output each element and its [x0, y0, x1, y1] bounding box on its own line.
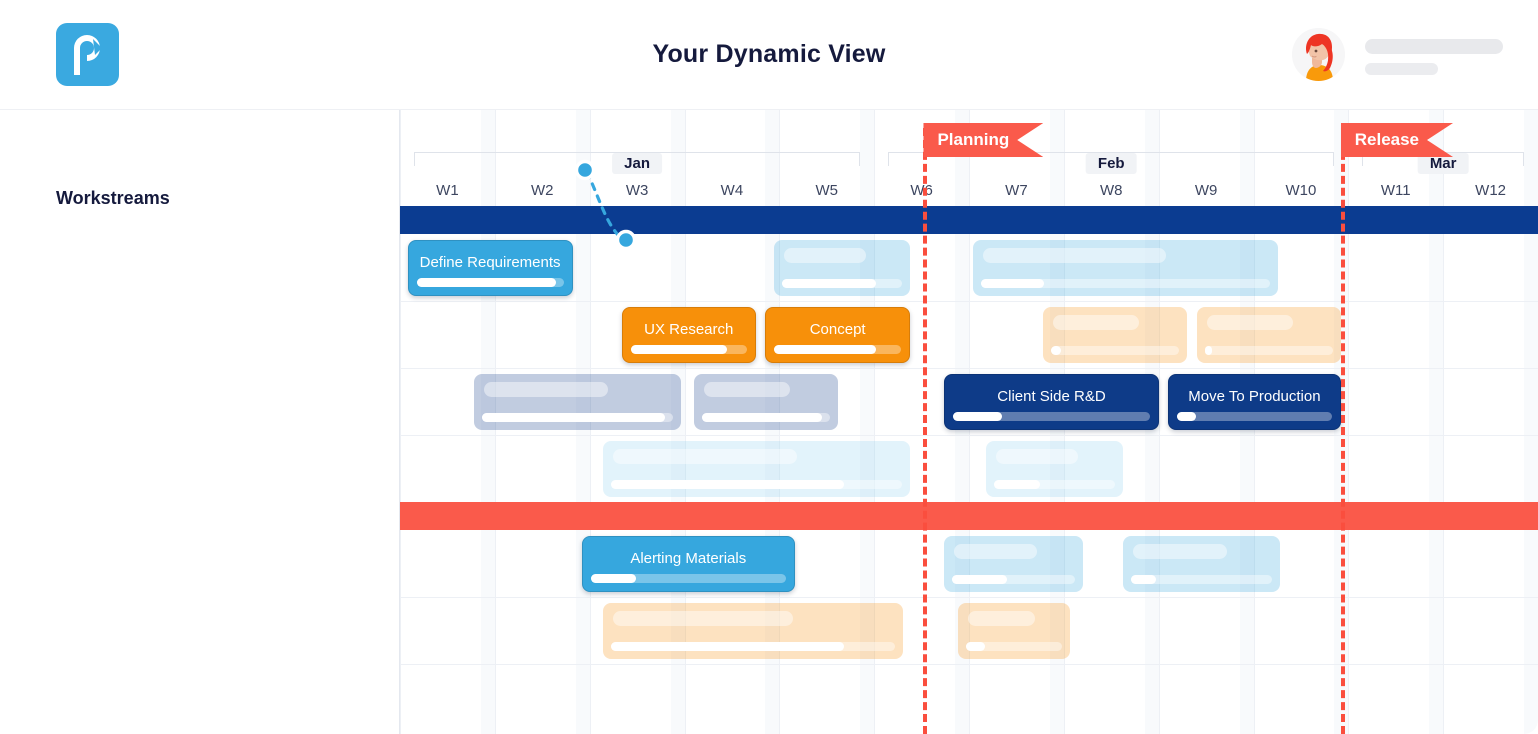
task-progress-fill [1204, 345, 1213, 355]
task-progress-fill [781, 278, 876, 288]
task-progress-fill [1130, 574, 1157, 584]
task-bar-placeholder[interactable] [1122, 535, 1281, 592]
user-role-placeholder [1365, 63, 1438, 75]
month-label-jan: Jan [612, 153, 663, 174]
week-label-w12: W12 [1475, 182, 1506, 199]
task-title-placeholder [996, 448, 1078, 464]
task-progress-track [1130, 574, 1273, 584]
task-title-placeholder [954, 543, 1038, 559]
task-bar[interactable]: Client Side R&D [944, 373, 1159, 430]
user-name-placeholder [1365, 39, 1503, 54]
week-label-w7: W7 [1005, 182, 1028, 199]
task-title-placeholder [783, 247, 866, 263]
task-bar[interactable]: Define Requirements [407, 239, 573, 296]
task-progress-fill [610, 479, 844, 489]
task-title-placeholder [612, 610, 793, 626]
task-label: Client Side R&D [997, 388, 1106, 405]
task-progress-track [953, 411, 1150, 421]
task-label: Define Requirements [419, 254, 561, 271]
task-progress-fill [1050, 345, 1062, 355]
week-label-w9: W9 [1194, 182, 1218, 199]
task-progress-fill [774, 344, 876, 354]
task-progress-track [1177, 411, 1332, 421]
task-bar-placeholder[interactable] [1196, 306, 1341, 363]
task-bar[interactable]: Alerting Materials [582, 535, 795, 592]
task-progress-track [701, 412, 831, 422]
task-progress-fill [965, 641, 985, 651]
task-title-placeholder [982, 247, 1166, 263]
task-progress-track [1204, 345, 1333, 355]
task-progress-track [610, 479, 903, 489]
task-label: UX Research [644, 321, 734, 338]
task-progress-track [1050, 345, 1180, 355]
task-progress-fill [610, 641, 844, 651]
task-progress-track [965, 641, 1062, 651]
task-progress-fill [980, 278, 1045, 288]
task-progress-fill [591, 573, 636, 583]
task-title-placeholder [1052, 314, 1140, 330]
month-label-feb: Feb [1085, 153, 1137, 174]
task-bar-placeholder[interactable] [1042, 306, 1188, 363]
task-bar[interactable]: Move To Production [1168, 373, 1341, 430]
week-label-w11: W11 [1380, 182, 1411, 199]
task-label: Move To Production [1188, 388, 1321, 405]
week-label-w4: W4 [720, 182, 744, 199]
task-progress-fill [994, 479, 1040, 489]
task-bar-placeholder[interactable] [944, 535, 1083, 592]
task-label: Alerting Materials [630, 550, 747, 567]
week-label-w3: W3 [625, 182, 649, 199]
task-bar-placeholder[interactable] [602, 440, 911, 497]
workstreams-column: Workstreams [0, 110, 400, 734]
task-title-placeholder [1206, 314, 1294, 330]
avatar[interactable] [1292, 28, 1345, 81]
task-progress-track [952, 574, 1075, 584]
task-label: Concept [809, 321, 866, 338]
task-progress-fill [952, 574, 1008, 584]
task-progress-fill [701, 412, 823, 422]
task-progress-track [774, 344, 902, 354]
milestone-line-release [1340, 128, 1345, 734]
task-progress-fill [1177, 411, 1196, 421]
task-title-placeholder [703, 381, 791, 397]
app-header: Your Dynamic View [0, 0, 1538, 110]
task-bar-placeholder[interactable] [972, 239, 1279, 296]
task-progress-track [994, 479, 1115, 489]
user-area[interactable] [1292, 28, 1512, 83]
task-progress-track [980, 278, 1271, 288]
task-bar-placeholder[interactable] [602, 602, 903, 659]
task-bar-placeholder[interactable] [473, 373, 681, 430]
task-bar[interactable]: Concept [765, 306, 911, 363]
week-label-w10: W10 [1285, 182, 1317, 199]
week-label-w8: W8 [1100, 182, 1123, 199]
task-progress-fill [630, 344, 727, 354]
week-label-w6: W6 [910, 182, 933, 199]
task-progress-track [781, 278, 903, 288]
task-progress-track [610, 641, 895, 651]
week-label-w5: W5 [815, 182, 839, 199]
task-progress-track [630, 344, 747, 354]
week-label-w1: W1 [436, 182, 459, 199]
task-progress-fill [416, 277, 557, 287]
task-bar-placeholder[interactable] [773, 239, 911, 296]
task-progress-track [591, 573, 786, 583]
task-progress-fill [481, 412, 666, 422]
task-bar-placeholder[interactable] [957, 602, 1070, 659]
week-label-w2: W2 [531, 182, 554, 199]
task-title-placeholder [967, 610, 1035, 626]
task-progress-track [481, 412, 673, 422]
workstreams-header: Workstreams [56, 188, 170, 208]
milestone-line-planning [923, 128, 928, 734]
task-title-placeholder [483, 381, 608, 397]
task-progress-track [416, 277, 564, 287]
task-bar[interactable]: UX Research [621, 306, 756, 363]
task-bar-placeholder[interactable] [986, 440, 1123, 497]
task-bar-placeholder[interactable] [693, 373, 839, 430]
task-progress-fill [953, 411, 1003, 421]
task-title-placeholder [612, 448, 798, 464]
task-title-placeholder [1132, 543, 1228, 559]
dynamic-view-app: Your Dynamic View Jan Feb Mar W1 W2 W3 W4 W5 W6 W… [0, 0, 1538, 734]
gantt-board: Jan Feb Mar W1 W2 W3 W4 W5 W6 W7 W8 W9 W10 W11 W12 Wor… [0, 110, 1538, 734]
